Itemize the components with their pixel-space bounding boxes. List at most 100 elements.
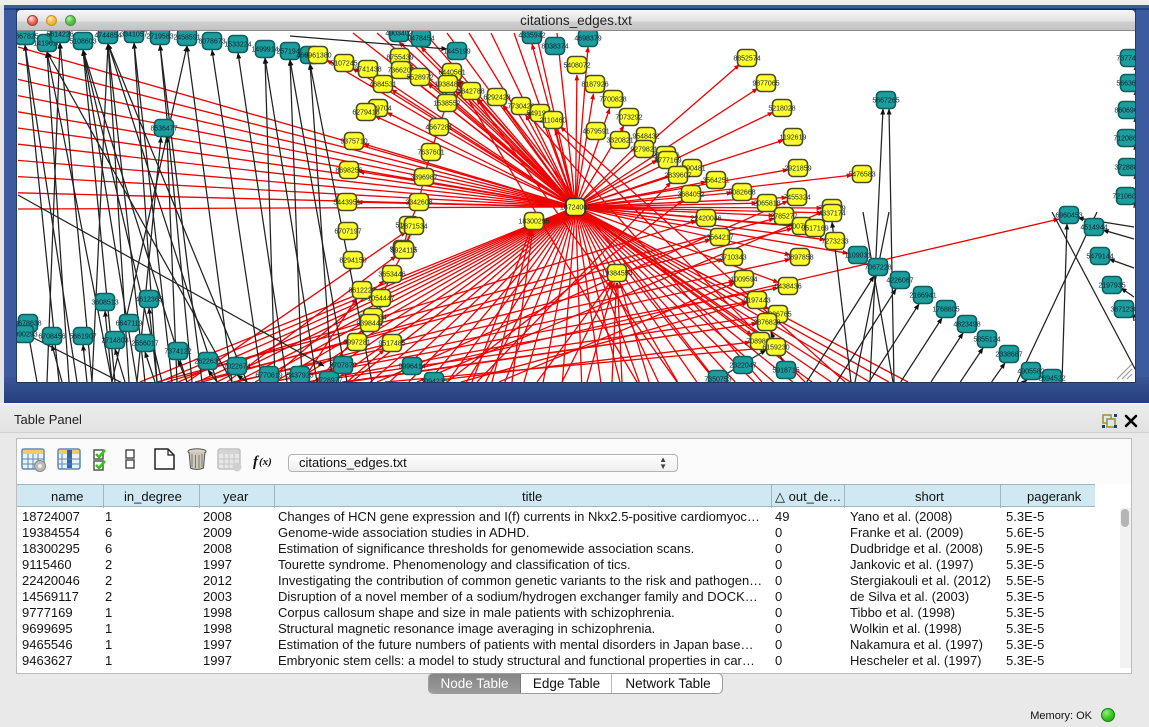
svg-text:3997281: 3997281 [343, 340, 370, 347]
svg-text:7700828: 7700828 [599, 97, 626, 104]
svg-text:3320821: 3320821 [606, 138, 633, 145]
svg-text:8536477: 8536477 [150, 126, 177, 133]
svg-text:9517169: 9517169 [801, 226, 828, 233]
svg-text:9897858: 9897858 [786, 255, 813, 262]
svg-text:8082668: 8082668 [728, 190, 755, 197]
svg-text:2197935: 2197935 [1098, 283, 1125, 290]
svg-text:2867825: 2867825 [17, 34, 39, 41]
svg-text:1768805: 1768805 [932, 307, 959, 314]
svg-text:5918715: 5918715 [772, 368, 799, 375]
svg-text:(x): (x) [259, 456, 271, 468]
svg-text:5614226: 5614226 [46, 32, 73, 39]
svg-text:7210606: 7210606 [1112, 194, 1135, 201]
svg-text:8294150: 8294150 [339, 258, 366, 265]
svg-text:6770619: 6770619 [255, 373, 282, 380]
svg-text:1009594: 1009594 [730, 277, 757, 284]
svg-text:8852574: 8852574 [733, 56, 760, 63]
svg-text:5663623: 5663623 [1116, 81, 1135, 88]
svg-text:5437923: 5437923 [286, 373, 313, 380]
svg-text:7067228: 7067228 [864, 265, 891, 272]
svg-text:2338687: 2338687 [995, 352, 1022, 359]
svg-text:9197443: 9197443 [743, 298, 770, 305]
svg-text:2714803: 2714803 [101, 338, 128, 345]
svg-text:6159230: 6159230 [762, 345, 789, 352]
svg-text:19384554: 19384554 [601, 271, 632, 278]
svg-text:4744854: 4744854 [94, 33, 121, 40]
svg-text:4335942: 4335942 [518, 33, 545, 40]
svg-text:9398441: 9398441 [356, 321, 383, 328]
svg-text:1445199: 1445199 [443, 49, 470, 56]
svg-text:6438436: 6438436 [774, 284, 801, 291]
svg-text:18724007: 18724007 [560, 205, 591, 212]
svg-text:9877065: 9877065 [752, 81, 779, 88]
svg-text:4679591: 4679591 [582, 129, 609, 136]
svg-text:9777169: 9777169 [654, 158, 681, 165]
svg-text:2719583: 2719583 [146, 34, 173, 41]
svg-text:9517485: 9517485 [378, 341, 405, 348]
svg-text:7273233: 7273233 [821, 239, 848, 246]
svg-text:7637601: 7637601 [417, 150, 444, 157]
svg-text:7374122: 7374122 [164, 349, 191, 356]
svg-text:5408072: 5408072 [563, 63, 590, 70]
svg-text:2839607: 2839607 [664, 173, 691, 180]
svg-text:8606962: 8606962 [1114, 108, 1135, 115]
svg-text:9548432: 9548432 [632, 134, 659, 141]
svg-text:8078673: 8078673 [198, 39, 225, 46]
svg-text:7120868: 7120868 [1113, 136, 1135, 143]
svg-text:6708456: 6708456 [38, 334, 65, 341]
svg-text:1938483: 1938483 [434, 82, 461, 89]
svg-text:9478454: 9478454 [407, 36, 434, 43]
svg-text:5479144: 5479144 [1086, 254, 1113, 261]
svg-text:1538552: 1538552 [433, 101, 460, 108]
svg-text:5218028: 5218028 [768, 106, 795, 113]
svg-text:3341057: 3341057 [120, 32, 147, 39]
svg-text:7350753: 7350753 [704, 377, 731, 383]
svg-text:2166941: 2166941 [909, 293, 936, 300]
svg-text:2921859: 2921859 [784, 166, 811, 173]
svg-text:2322047: 2322047 [729, 363, 756, 370]
svg-text:5443951: 5443951 [333, 200, 360, 207]
svg-text:18300295: 18300295 [518, 219, 549, 226]
svg-text:7455324: 7455324 [783, 195, 810, 202]
svg-text:3564251: 3564251 [702, 178, 729, 185]
svg-text:7073292: 7073292 [615, 115, 642, 122]
svg-text:6292423: 6292423 [483, 95, 510, 102]
svg-text:5108603: 5108603 [69, 39, 96, 46]
svg-text:5528972: 5528972 [406, 75, 433, 82]
svg-text:4698379: 4698379 [574, 36, 601, 43]
svg-text:1533224: 1533224 [224, 42, 251, 49]
svg-text:3094235: 3094235 [420, 379, 447, 383]
svg-text:3728882: 3728882 [1114, 165, 1135, 172]
svg-text:8187926: 8187926 [581, 82, 608, 89]
svg-text:7022674: 7022674 [223, 364, 250, 371]
svg-text:9996414: 9996414 [398, 364, 425, 371]
svg-text:4842788: 4842788 [457, 89, 484, 96]
svg-text:3710343: 3710343 [719, 255, 746, 262]
svg-text:3396987: 3396987 [410, 175, 437, 182]
svg-text:3741438: 3741438 [354, 67, 381, 74]
svg-text:22420046: 22420046 [690, 216, 721, 223]
svg-text:3871230: 3871230 [1110, 307, 1135, 314]
svg-text:3684052: 3684052 [677, 192, 704, 199]
svg-text:6707197: 6707197 [334, 229, 361, 236]
svg-text:8038374: 8038374 [541, 44, 568, 51]
svg-text:5476583: 5476583 [848, 172, 875, 179]
svg-text:5661907: 5661907 [69, 334, 96, 341]
svg-text:1499914: 1499914 [251, 47, 278, 54]
svg-text:8698256: 8698256 [335, 168, 362, 175]
svg-text:9375710: 9375710 [340, 139, 367, 146]
svg-text:3564217: 3564217 [706, 235, 733, 242]
svg-text:9961380: 9961380 [304, 53, 331, 60]
svg-text:4823498: 4823498 [953, 322, 980, 329]
svg-text:4514944: 4514944 [1080, 225, 1107, 232]
svg-text:5855124: 5855124 [973, 337, 1000, 344]
svg-text:6279418: 6279418 [352, 110, 379, 117]
svg-text:5924115: 5924115 [391, 248, 418, 255]
svg-text:2556017: 2556017 [131, 341, 158, 348]
svg-text:2622631: 2622631 [194, 359, 221, 366]
svg-text:2694522: 2694522 [1038, 376, 1065, 383]
svg-text:4567281: 4567281 [425, 125, 452, 132]
svg-text:2065818: 2065818 [753, 201, 780, 208]
svg-text:2458591: 2458591 [173, 35, 200, 42]
svg-text:4226067: 4226067 [886, 278, 913, 285]
